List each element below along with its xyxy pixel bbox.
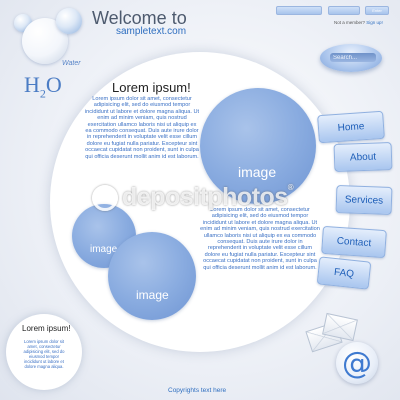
logo-h2o: H2O — [24, 72, 62, 101]
contact-icons[interactable]: @ — [304, 312, 394, 392]
watermark: depositphotos® — [92, 183, 294, 212]
nav-home[interactable]: Home — [317, 110, 385, 144]
enter-button[interactable]: Enter — [365, 6, 389, 15]
nav-about[interactable]: About — [333, 141, 393, 173]
logo-h: H — [24, 72, 40, 97]
sidebar-body-text: Lorem ipsum dolor sit amet, consectetur … — [23, 339, 65, 369]
bubble-medium — [56, 8, 82, 34]
nav-faq[interactable]: FAQ — [316, 256, 372, 290]
signup-link[interactable]: Sign up! — [366, 20, 383, 25]
site-name: sampletext.com — [116, 26, 187, 37]
image-label: image — [136, 288, 169, 302]
copyright-text: Copyrights text here — [168, 387, 227, 394]
watermark-logo-icon — [92, 185, 118, 212]
at-sign-icon[interactable]: @ — [336, 342, 378, 384]
nav-services[interactable]: Services — [335, 185, 393, 215]
member-prompt: Not a member? Sign up! — [334, 20, 383, 25]
search-input[interactable] — [330, 53, 376, 62]
main-body-text: Lorem ipsum dolor sit amet, consectetur … — [84, 96, 200, 160]
logo-o: O — [45, 72, 62, 97]
top-input-password[interactable] — [328, 6, 360, 15]
nav-contact[interactable]: Contact — [321, 225, 387, 259]
sidebar-title: Lorem ipsum! — [22, 324, 71, 333]
top-input-username[interactable] — [276, 6, 322, 15]
logo-bubbles — [14, 8, 84, 66]
member-text: Not a member? — [334, 20, 366, 25]
image-placeholder-medium[interactable]: image — [108, 232, 196, 320]
watermark-text: depositphotos — [122, 183, 288, 211]
main-title: Lorem ipsum! — [112, 80, 191, 95]
image-label: image — [238, 164, 277, 180]
logo-water-label: Water — [62, 60, 81, 67]
watermark-registered: ® — [287, 183, 294, 192]
secondary-body-text: Lorem ipsum dolor sit amet, consectetur … — [200, 207, 320, 271]
search-bubble — [320, 44, 382, 72]
